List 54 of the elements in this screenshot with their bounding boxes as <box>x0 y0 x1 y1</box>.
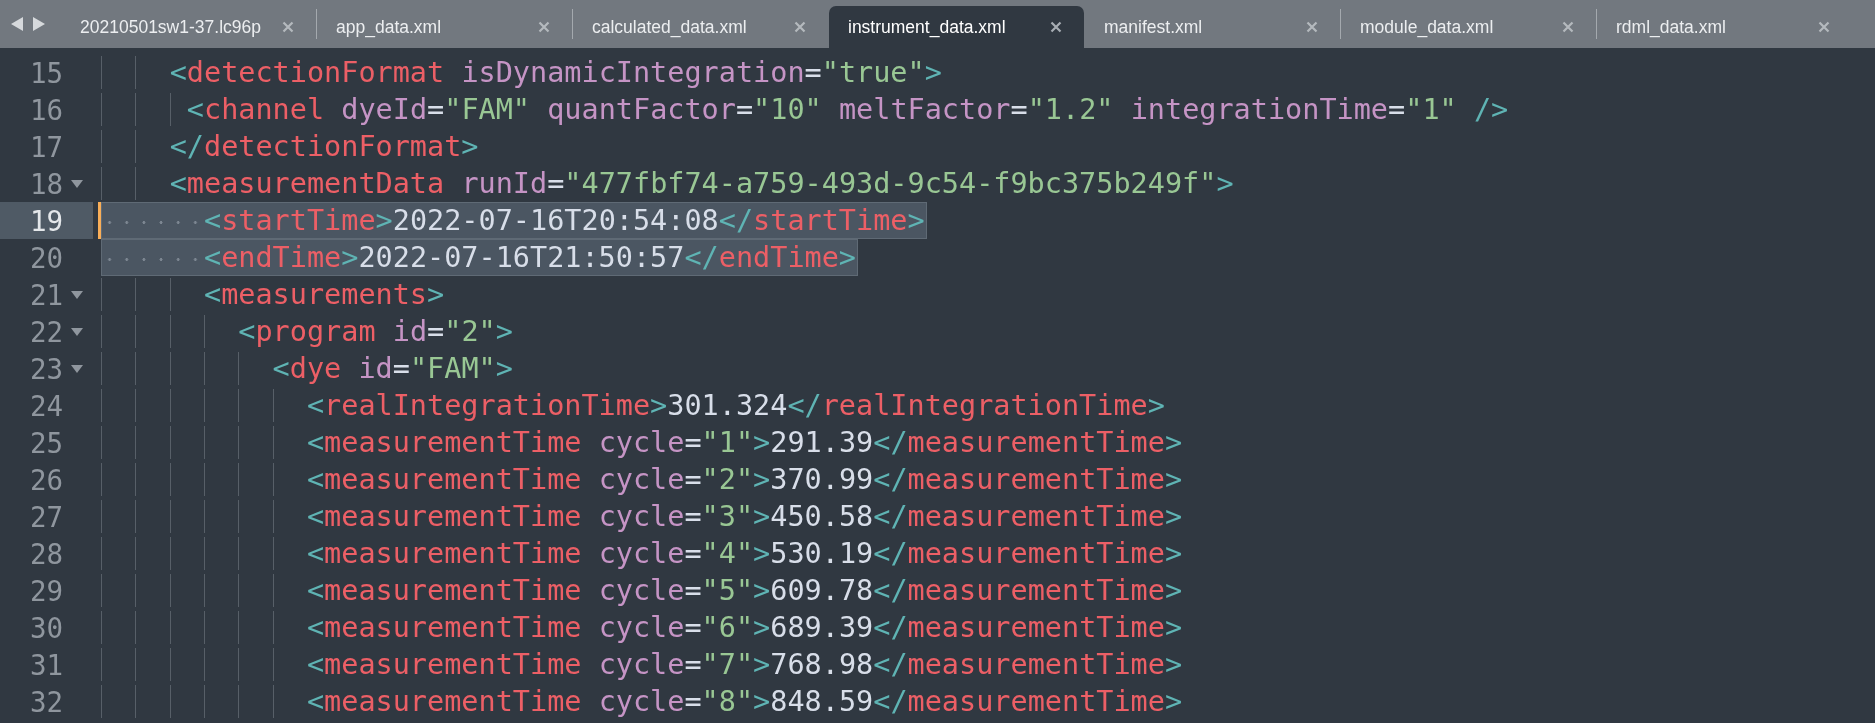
line-number: 17 <box>28 130 63 163</box>
right-arrow-icon[interactable] <box>32 16 46 32</box>
fold-triangle-icon[interactable] <box>70 178 84 189</box>
line-number: 19 <box>28 204 63 237</box>
code-line: <realIntegrationTime>301.324</realIntegrationTime> <box>101 387 1167 424</box>
code-line: <detectionFormat isDynamicIntegration="true"> <box>101 54 944 91</box>
tab[interactable]: rdml_data.xml <box>1597 6 1852 48</box>
close-icon[interactable] <box>1562 21 1574 33</box>
line-number: 27 <box>28 500 63 533</box>
line-number: 31 <box>28 648 63 681</box>
tab[interactable]: manifest.xml <box>1085 6 1340 48</box>
line-number: 18 <box>28 167 63 200</box>
line-number: 21 <box>28 278 63 311</box>
close-icon[interactable] <box>794 21 806 33</box>
code-line: <program id="2"> <box>101 313 515 350</box>
code-line: </detectionFormat> <box>101 128 481 165</box>
code-line: <measurementTime cycle="3">450.58</measurementTime> <box>101 498 1185 535</box>
fold-triangle-icon[interactable] <box>70 363 84 374</box>
close-icon[interactable] <box>1306 21 1318 33</box>
close-icon[interactable] <box>538 21 550 33</box>
line-number: 16 <box>28 93 63 126</box>
code-line: <measurementData runId="477fbf74-a759-493d-9c54-f9bc375b249f"> <box>101 165 1236 202</box>
tab[interactable]: module_data.xml <box>1341 6 1596 48</box>
fold-triangle-icon[interactable] <box>70 289 84 300</box>
code-line: <measurementTime cycle="7">768.98</measurementTime> <box>101 646 1185 683</box>
tab[interactable]: calculated_data.xml <box>573 6 828 48</box>
tab[interactable]: 20210501sw1-37.lc96p <box>61 6 316 48</box>
tab[interactable]: app_data.xml <box>317 6 572 48</box>
line-number: 29 <box>28 574 63 607</box>
code-line: <measurements> <box>101 276 447 313</box>
line-number: 25 <box>28 426 63 459</box>
code-line: <measurementTime cycle="6">689.39</measurementTime> <box>101 609 1185 646</box>
line-number: 24 <box>28 389 63 422</box>
close-icon[interactable] <box>1050 21 1062 33</box>
code-line: <measurementTime cycle="2">370.99</measurementTime> <box>101 461 1185 498</box>
line-number: 22 <box>28 315 63 348</box>
line-number: 28 <box>28 537 63 570</box>
line-number: 26 <box>28 463 63 496</box>
line-number: 32 <box>28 685 63 718</box>
code-line: <channel dyeId="FAM" quantFactor="10" meltFactor="1.2" integrationTime="1" /> <box>101 91 1511 128</box>
code-line: <measurementTime cycle="5">609.78</measurementTime> <box>101 572 1185 609</box>
line-number: 15 <box>28 56 63 89</box>
fold-triangle-icon[interactable] <box>70 326 84 337</box>
code-line: <measurementTime cycle="8">848.59</measurementTime> <box>101 683 1185 720</box>
line-number: 30 <box>28 611 63 644</box>
code-line: <measurementTime cycle="4">530.19</measurementTime> <box>101 535 1185 572</box>
close-icon[interactable] <box>282 21 294 33</box>
tab[interactable]: instrument_data.xml <box>829 6 1084 48</box>
left-arrow-icon[interactable] <box>10 16 24 32</box>
code-line: <measurementTime cycle="1">291.39</measurementTime> <box>101 424 1185 461</box>
line-number: 20 <box>28 241 63 274</box>
line-number: 23 <box>28 352 63 385</box>
code-line: <dye id="FAM"> <box>101 350 515 387</box>
close-icon[interactable] <box>1818 21 1830 33</box>
